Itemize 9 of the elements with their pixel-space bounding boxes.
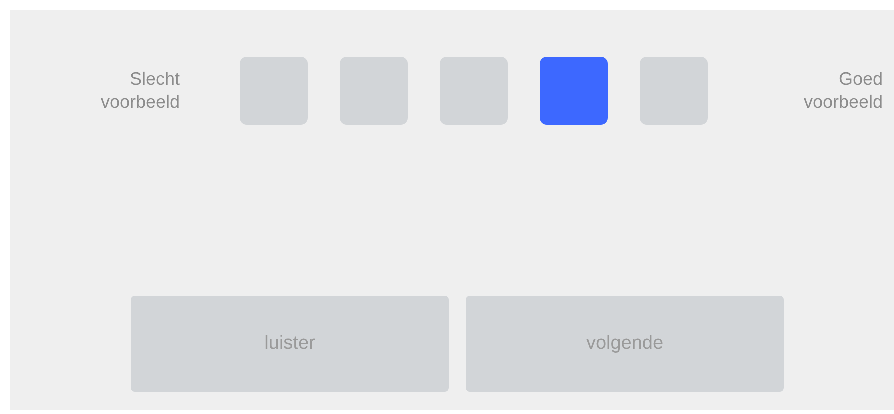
scale-low-label: Slecht voorbeeld	[100, 68, 180, 114]
rating-option[interactable]	[540, 57, 608, 125]
rating-option[interactable]	[240, 57, 308, 125]
rating-option[interactable]	[340, 57, 408, 125]
next-button[interactable]: volgende	[466, 296, 784, 392]
listen-button[interactable]: luister	[131, 296, 449, 392]
rating-option[interactable]	[640, 57, 708, 125]
scale-high-label: Goed voorbeeld	[802, 68, 883, 114]
rating-option[interactable]	[440, 57, 508, 125]
